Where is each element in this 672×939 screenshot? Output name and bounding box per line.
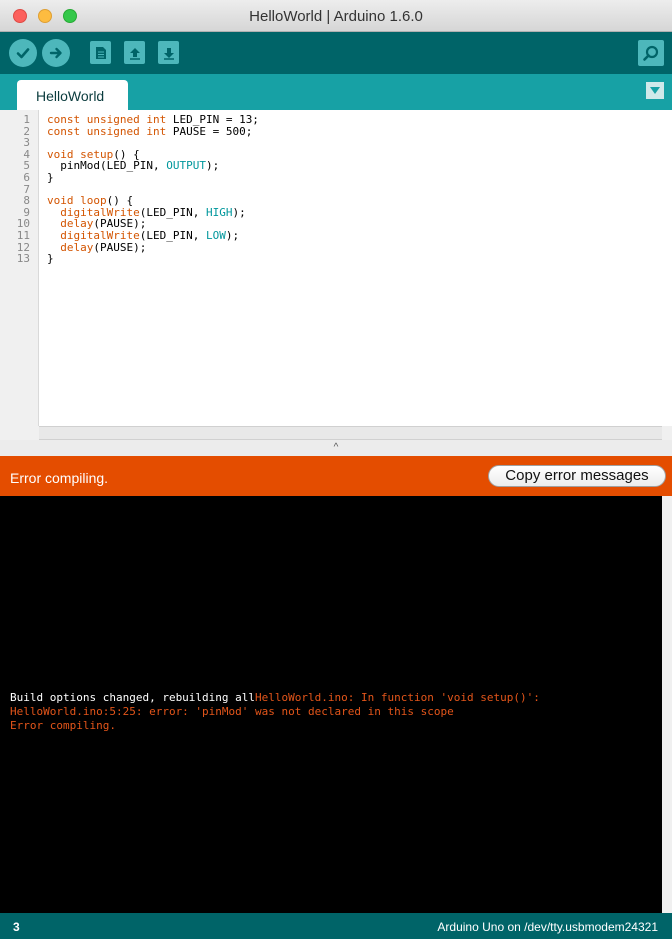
code-token: (LED_PIN, <box>139 205 206 219</box>
error-bar: Error compiling. Copy error messages <box>0 456 672 496</box>
code-text: } <box>47 253 54 265</box>
upload-button[interactable] <box>42 39 70 67</box>
new-icon <box>95 46 106 59</box>
toolbar <box>0 32 672 74</box>
serial-monitor-button[interactable] <box>638 40 664 66</box>
code-line[interactable]: 12 delay(PAUSE); <box>0 240 672 254</box>
scrollbar-track[interactable] <box>39 426 662 440</box>
console-text: Build options changed, rebuilding all <box>10 691 256 704</box>
code-token: ); <box>232 205 246 219</box>
current-line-number: 3 <box>13 920 20 934</box>
title-bar: HelloWorld | Arduino 1.6.0 <box>0 0 672 32</box>
code-token: delay <box>60 240 94 254</box>
error-message: Error compiling. <box>10 470 109 486</box>
console-text: HelloWorld.ino:5:25: error: 'pinMod' was… <box>10 705 454 718</box>
code-token: } <box>47 171 54 184</box>
tab-menu-button[interactable] <box>646 82 664 99</box>
code-token: OUTPUT <box>166 159 206 173</box>
console-text: Error compiling. <box>10 719 116 732</box>
serial-monitor-icon <box>643 45 659 61</box>
editor-horizontal-scrollbar[interactable]: ^ <box>0 426 672 456</box>
status-bar: 3 Arduino Uno on /dev/tty.usbmodem24321 <box>0 913 672 939</box>
console-output[interactable]: Build options changed, rebuilding allHel… <box>0 496 662 913</box>
upload-icon <box>49 47 62 59</box>
console-line: Error compiling. <box>10 719 116 733</box>
code-text: } <box>47 172 54 184</box>
code-token: (PAUSE); <box>93 240 147 254</box>
console-line: Build options changed, rebuilding allHel… <box>10 691 540 705</box>
code-token: (LED_PIN, <box>139 229 206 242</box>
save-button[interactable] <box>158 41 179 64</box>
code-token: HIGH <box>205 205 233 219</box>
code-token: const unsigned int <box>47 124 167 138</box>
code-line[interactable]: 5 pinMod(LED_PIN, OUTPUT); <box>0 160 672 172</box>
new-button[interactable] <box>90 41 111 64</box>
code-text: pinMod(LED_PIN, OUTPUT); <box>47 160 219 172</box>
verify-icon <box>16 48 30 59</box>
open-button[interactable] <box>124 41 145 64</box>
code-text: delay(PAUSE); <box>47 240 147 254</box>
open-icon <box>129 47 140 60</box>
code-token: PAUSE = 500; <box>166 124 253 138</box>
code-token: ); <box>205 159 220 173</box>
code-line[interactable]: 2 const unsigned int PAUSE = 500; <box>0 124 672 138</box>
code-line[interactable]: 6} <box>0 172 672 184</box>
code-text: const unsigned int PAUSE = 500; <box>47 124 253 138</box>
console-text: HelloWorld.ino: In function 'void setup(… <box>255 691 540 704</box>
code-line[interactable]: 13} <box>0 253 672 265</box>
code-token: } <box>47 252 54 266</box>
copy-error-messages-button[interactable]: Copy error messages <box>488 465 666 487</box>
console-line: HelloWorld.ino:5:25: error: 'pinMod' was… <box>10 705 454 719</box>
line-number: 13 <box>16 252 30 266</box>
verify-button[interactable] <box>9 39 37 67</box>
split-pane-handle[interactable]: ^ <box>0 440 672 456</box>
save-icon <box>163 47 174 60</box>
board-port-status: Arduino Uno on /dev/tty.usbmodem24321 <box>437 920 658 934</box>
tab-helloworld[interactable]: HelloWorld <box>17 80 128 110</box>
code-token: pinMod(LED_PIN, <box>47 159 167 173</box>
chevron-down-icon <box>650 87 660 94</box>
window-title: HelloWorld | Arduino 1.6.0 <box>249 8 423 25</box>
console-scrollbar[interactable] <box>662 496 672 913</box>
code-token: LOW <box>205 229 226 242</box>
code-token: ); <box>225 229 240 242</box>
code-editor[interactable]: 1 const unsigned int LED_PIN = 13; 2 const … <box>0 110 672 426</box>
tab-bar: HelloWorld <box>0 74 672 110</box>
